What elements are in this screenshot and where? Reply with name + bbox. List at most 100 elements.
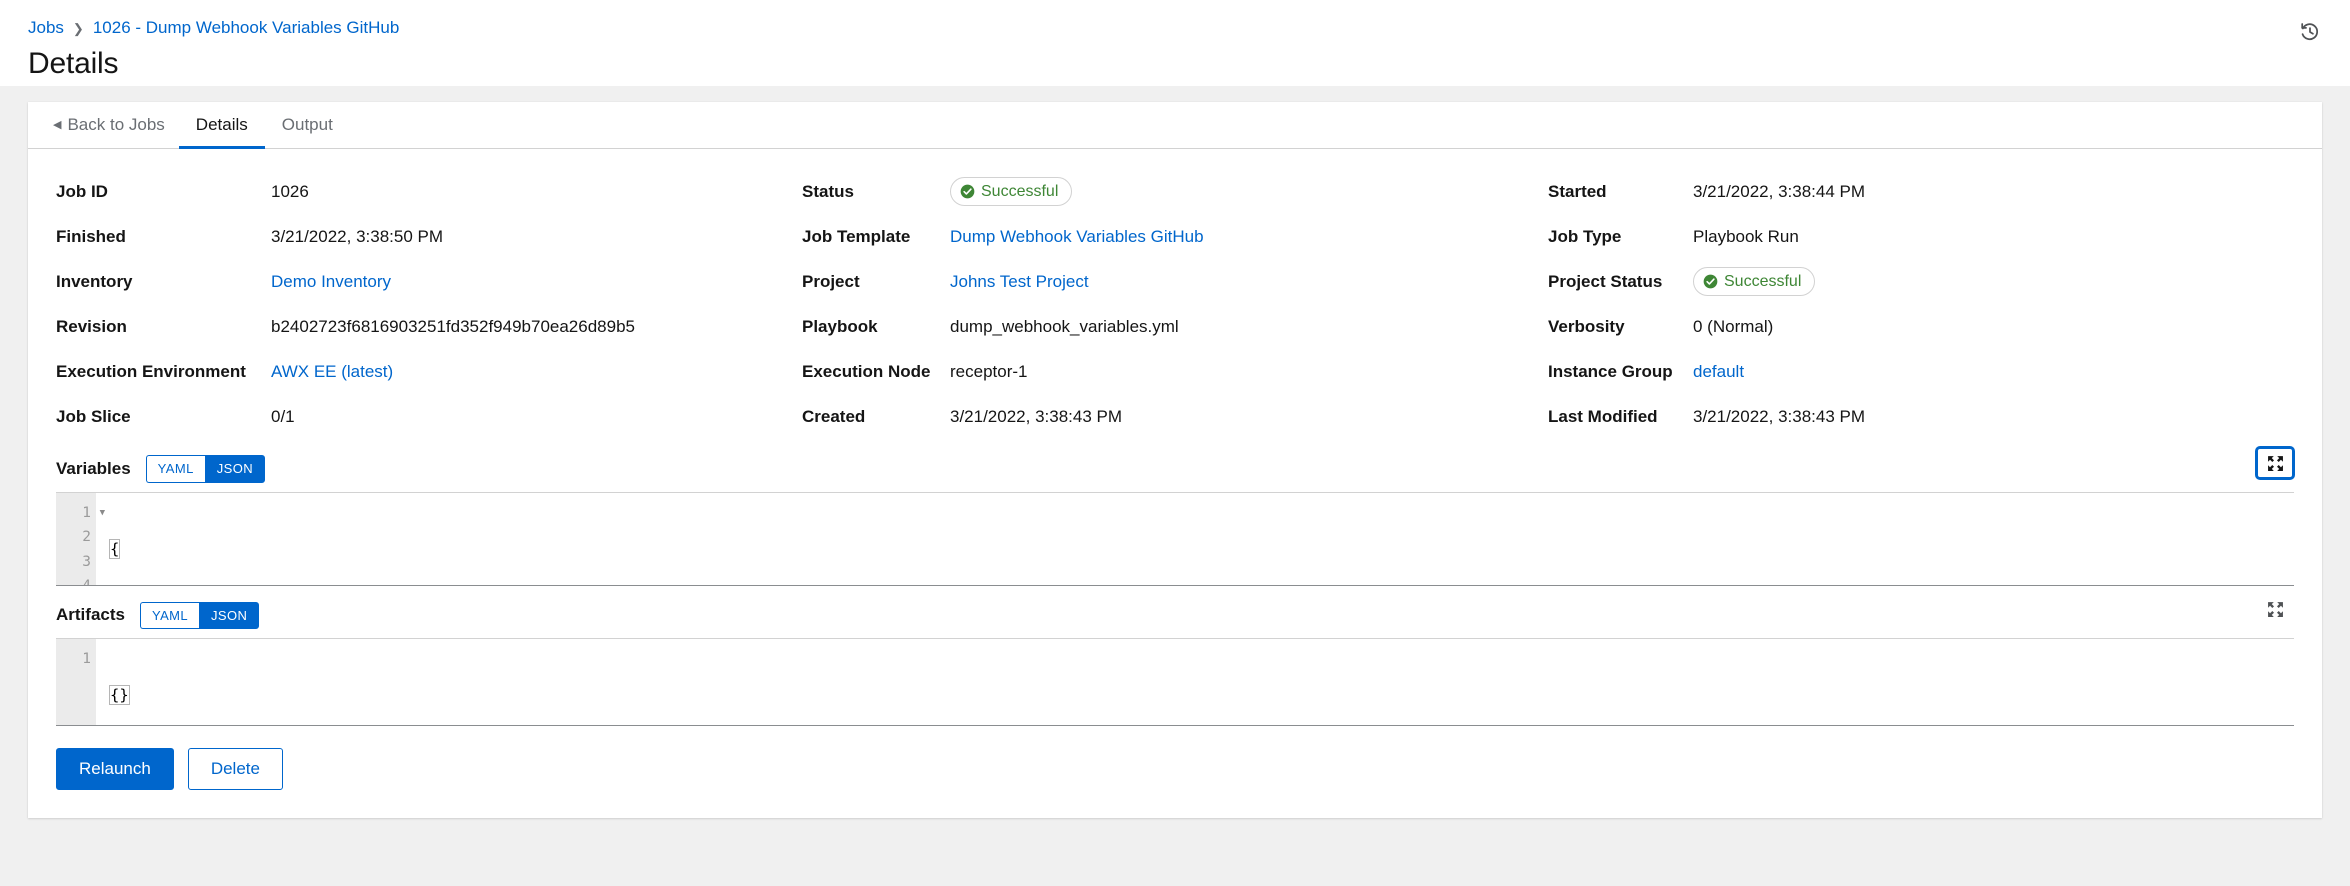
variables-toggle-json[interactable]: JSON bbox=[205, 455, 265, 483]
tab-details[interactable]: Details bbox=[179, 102, 265, 148]
detail-column-1: Job ID 1026 Finished 3/21/2022, 3:38:50 … bbox=[56, 169, 802, 439]
breadcrumb-separator-icon: ❯ bbox=[73, 21, 84, 37]
detail-row-job-type: Job Type Playbook Run bbox=[1548, 214, 2294, 259]
detail-label: Job Slice bbox=[56, 407, 271, 427]
detail-label: Project Status bbox=[1548, 272, 1693, 292]
detail-value-execution-environment-link[interactable]: AWX EE (latest) bbox=[271, 362, 802, 382]
expand-icon-glyph bbox=[2267, 601, 2284, 618]
detail-label: Finished bbox=[56, 227, 271, 247]
variables-expand-icon[interactable] bbox=[2256, 447, 2294, 479]
detail-value-status: Successful bbox=[950, 177, 1548, 207]
detail-row-started: Started 3/21/2022, 3:38:44 PM bbox=[1548, 169, 2294, 214]
detail-row-execution-environment: Execution Environment AWX EE (latest) bbox=[56, 349, 802, 394]
detail-row-last-modified: Last Modified 3/21/2022, 3:38:43 PM bbox=[1548, 394, 2294, 439]
variables-toggle-yaml[interactable]: YAML bbox=[146, 455, 205, 483]
artifacts-header: Artifacts YAML JSON bbox=[56, 586, 2294, 639]
detail-row-job-slice: Job Slice 0/1 bbox=[56, 394, 802, 439]
artifacts-expand-icon[interactable] bbox=[2256, 594, 2294, 626]
detail-row-status: Status Successful bbox=[802, 169, 1548, 214]
variables-label: Variables bbox=[56, 459, 131, 479]
detail-label: Execution Node bbox=[802, 362, 950, 382]
artifacts-label: Artifacts bbox=[56, 605, 125, 625]
detail-value-job-template-link[interactable]: Dump Webhook Variables GitHub bbox=[950, 227, 1548, 247]
breadcrumb-item-current-job[interactable]: 1026 - Dump Webhook Variables GitHub bbox=[93, 18, 399, 38]
detail-value-execution-node: receptor-1 bbox=[950, 362, 1548, 382]
expand-icon-glyph bbox=[2267, 455, 2284, 472]
detail-row-project: Project Johns Test Project bbox=[802, 259, 1548, 304]
tab-details-label: Details bbox=[196, 115, 248, 135]
code-line: {} bbox=[110, 683, 2294, 708]
detail-value-instance-group-link[interactable]: default bbox=[1693, 362, 2294, 382]
check-circle-icon bbox=[1703, 274, 1718, 289]
chevron-left-icon: ◀ bbox=[53, 120, 61, 131]
fold-arrow-icon[interactable]: ▼ bbox=[100, 501, 105, 526]
variables-section: Variables YAML JSON 1▼ 2 3 bbox=[28, 439, 2322, 586]
detail-label: Execution Environment bbox=[56, 362, 271, 382]
check-circle-icon bbox=[960, 184, 975, 199]
card-wrapper: ◀ Back to Jobs Details Output Job ID 102… bbox=[0, 86, 2350, 818]
detail-value-job-id: 1026 bbox=[271, 182, 802, 202]
line-number: 1▼ bbox=[56, 501, 96, 526]
detail-row-instance-group: Instance Group default bbox=[1548, 349, 2294, 394]
detail-label: Inventory bbox=[56, 272, 271, 292]
project-status-badge-label: Successful bbox=[1724, 271, 1801, 293]
breadcrumb-item-jobs[interactable]: Jobs bbox=[28, 18, 64, 38]
detail-label: Instance Group bbox=[1548, 362, 1693, 382]
detail-value-job-type: Playbook Run bbox=[1693, 227, 2294, 247]
detail-label: Started bbox=[1548, 182, 1693, 202]
history-icon-glyph bbox=[2299, 21, 2321, 43]
action-bar: Relaunch Delete bbox=[28, 726, 2322, 818]
detail-label: Job ID bbox=[56, 182, 271, 202]
tab-output-label: Output bbox=[282, 115, 333, 135]
detail-value-job-slice: 0/1 bbox=[271, 407, 802, 427]
artifacts-gutter: 1 bbox=[56, 639, 96, 725]
artifacts-toggle-json[interactable]: JSON bbox=[199, 602, 259, 630]
detail-column-2: Status Successful Job Template Dump bbox=[802, 169, 1548, 439]
detail-row-execution-node: Execution Node receptor-1 bbox=[802, 349, 1548, 394]
line-number: 4 bbox=[56, 574, 96, 586]
artifacts-code[interactable]: {} bbox=[96, 639, 2294, 725]
detail-label: Revision bbox=[56, 317, 271, 337]
tab-back-to-jobs-label: Back to Jobs bbox=[67, 115, 164, 135]
detail-value-project-link[interactable]: Johns Test Project bbox=[950, 272, 1548, 292]
detail-label: Verbosity bbox=[1548, 317, 1693, 337]
detail-grid: Job ID 1026 Finished 3/21/2022, 3:38:50 … bbox=[56, 169, 2294, 439]
variables-editor[interactable]: 1▼ 2 3 4 5 { "awx_webhook_event_type": n… bbox=[56, 492, 2294, 586]
detail-label: Last Modified bbox=[1548, 407, 1693, 427]
detail-value-finished: 3/21/2022, 3:38:50 PM bbox=[271, 227, 802, 247]
detail-value-created: 3/21/2022, 3:38:43 PM bbox=[950, 407, 1548, 427]
detail-label: Job Type bbox=[1548, 227, 1693, 247]
tab-back-to-jobs[interactable]: ◀ Back to Jobs bbox=[41, 102, 179, 148]
line-number: 1 bbox=[56, 647, 96, 672]
detail-value-inventory-link[interactable]: Demo Inventory bbox=[271, 272, 802, 292]
detail-value-started: 3/21/2022, 3:38:44 PM bbox=[1693, 182, 2294, 202]
detail-value-playbook: dump_webhook_variables.yml bbox=[950, 317, 1548, 337]
detail-row-created: Created 3/21/2022, 3:38:43 PM bbox=[802, 394, 1548, 439]
page-header: Jobs ❯ 1026 - Dump Webhook Variables Git… bbox=[0, 0, 2350, 86]
details-card: ◀ Back to Jobs Details Output Job ID 102… bbox=[28, 102, 2322, 818]
detail-row-finished: Finished 3/21/2022, 3:38:50 PM bbox=[56, 214, 802, 259]
detail-label: Job Template bbox=[802, 227, 950, 247]
detail-row-revision: Revision b2402723f6816903251fd352f949b70… bbox=[56, 304, 802, 349]
tab-output[interactable]: Output bbox=[265, 102, 350, 148]
code-line-text: {} bbox=[110, 686, 129, 704]
detail-row-job-id: Job ID 1026 bbox=[56, 169, 802, 214]
artifacts-editor[interactable]: 1 {} bbox=[56, 638, 2294, 726]
variables-code[interactable]: { "awx_webhook_event_type": null, "awx_w… bbox=[96, 493, 2294, 585]
code-line: { bbox=[110, 537, 2294, 562]
status-badge-label: Successful bbox=[981, 181, 1058, 203]
status-badge-successful: Successful bbox=[950, 177, 1072, 207]
breadcrumb: Jobs ❯ 1026 - Dump Webhook Variables Git… bbox=[28, 18, 2322, 38]
variables-gutter: 1▼ 2 3 4 5 bbox=[56, 493, 96, 585]
detail-label: Playbook bbox=[802, 317, 950, 337]
line-number: 2 bbox=[56, 525, 96, 550]
delete-button[interactable]: Delete bbox=[188, 748, 283, 790]
relaunch-button[interactable]: Relaunch bbox=[56, 748, 174, 790]
artifacts-section: Artifacts YAML JSON 1 {} bbox=[28, 586, 2322, 727]
artifacts-toggle-yaml[interactable]: YAML bbox=[140, 602, 199, 630]
detail-row-verbosity: Verbosity 0 (Normal) bbox=[1548, 304, 2294, 349]
detail-column-3: Started 3/21/2022, 3:38:44 PM Job Type P… bbox=[1548, 169, 2294, 439]
detail-label: Status bbox=[802, 182, 950, 202]
detail-label: Created bbox=[802, 407, 950, 427]
history-icon[interactable] bbox=[2292, 14, 2328, 50]
